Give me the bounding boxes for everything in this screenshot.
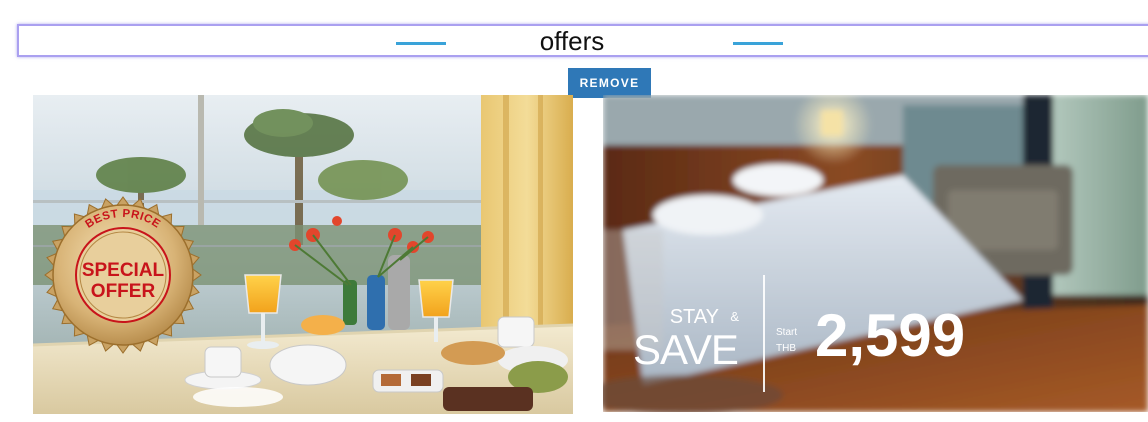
offers-section: offers REMOVE BEST PRICE SPECIAL OFFER S…	[0, 0, 1148, 422]
title-decoration-right	[733, 42, 783, 45]
promo-save: SAVE	[633, 326, 738, 373]
promo-divider	[763, 275, 765, 392]
offer-card-breakfast[interactable]: BEST PRICE SPECIAL OFFER	[33, 95, 573, 414]
section-title[interactable]: offers	[19, 26, 1148, 57]
badge-line2: OFFER	[91, 281, 156, 302]
promo-start: Start	[776, 327, 797, 338]
remove-button[interactable]: REMOVE	[568, 68, 651, 98]
promo-stay: STAY	[670, 306, 719, 328]
section-title-bar[interactable]: offers	[17, 24, 1148, 57]
promo-currency: THB	[776, 343, 796, 354]
badge-line1: SPECIAL	[82, 260, 165, 281]
promo-ampersand: &	[730, 309, 739, 324]
offer-card-stay-save[interactable]: STAY & SAVE Start THB 2,599	[603, 95, 1148, 412]
hotel-room-offer-image: STAY & SAVE Start THB 2,599	[603, 95, 1148, 412]
breakfast-offer-image: BEST PRICE SPECIAL OFFER	[33, 95, 573, 414]
promo-price: 2,599	[815, 302, 965, 369]
